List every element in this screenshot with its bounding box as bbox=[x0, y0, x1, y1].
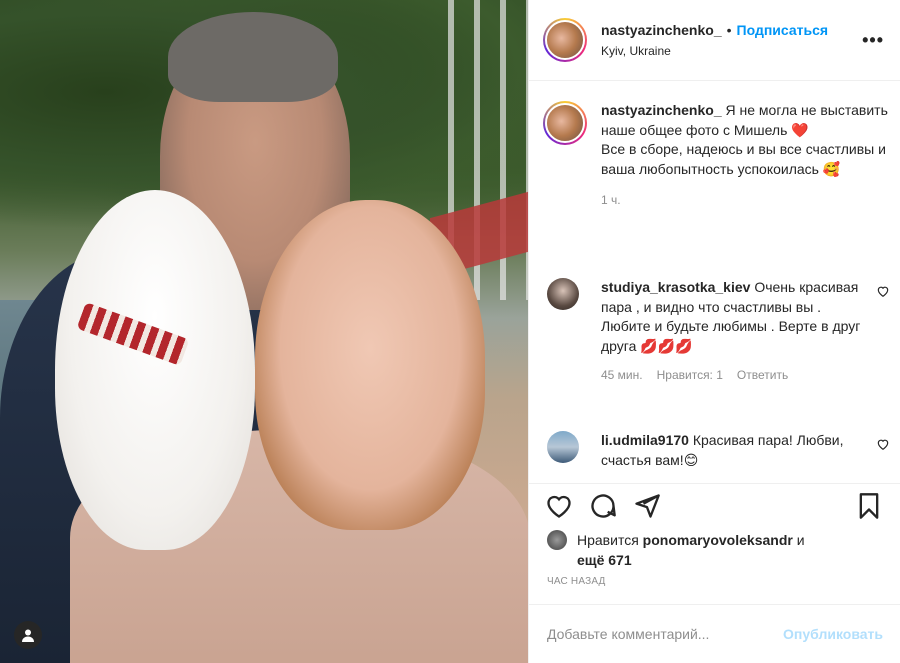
more-options-icon[interactable]: ••• bbox=[862, 30, 884, 51]
comment-likes[interactable]: Нравится: 1 bbox=[657, 368, 723, 382]
add-comment-bar: Добавьте комментарий... Опубликовать bbox=[529, 604, 900, 663]
comments-list[interactable]: nastyazinchenko_ Я не могла не выставить… bbox=[529, 81, 900, 483]
comment-username[interactable]: studiya_krasotka_kiev bbox=[601, 279, 750, 295]
comment-username[interactable]: li.udmila9170 bbox=[601, 432, 689, 448]
separator-dot: • bbox=[726, 22, 732, 38]
likes-count[interactable]: ещё 671 bbox=[577, 552, 632, 568]
photo-woman-face bbox=[255, 200, 485, 530]
post-photo[interactable] bbox=[0, 0, 528, 663]
comment-input[interactable]: Добавьте комментарий... bbox=[547, 626, 709, 642]
author-username[interactable]: nastyazinchenko_ bbox=[601, 22, 722, 38]
caption-time[interactable]: 1 ч. bbox=[601, 193, 888, 207]
publish-button[interactable]: Опубликовать bbox=[783, 626, 883, 642]
likes-middle: и bbox=[792, 532, 805, 548]
caption-avatar[interactable] bbox=[543, 101, 587, 145]
heart-emoji: ❤️ bbox=[791, 121, 809, 138]
comment-icon[interactable] bbox=[589, 492, 617, 520]
post-header: nastyazinchenko_ • Подписаться Kyiv, Ukr… bbox=[529, 0, 900, 81]
likes-summary: Нравится ponomaryovoleksandr и ещё 671 bbox=[547, 530, 805, 570]
caption-text-2: Все в сборе, надеюсь и вы все счастливы … bbox=[601, 141, 886, 177]
comment-time[interactable]: 45 мин. bbox=[601, 368, 643, 382]
bookmark-icon[interactable] bbox=[855, 492, 883, 520]
share-icon[interactable] bbox=[633, 492, 661, 520]
comment-item: li.udmila9170 Красивая пара! Любви, счас… bbox=[543, 431, 890, 470]
heart-icon[interactable] bbox=[545, 492, 573, 520]
commenter-avatar[interactable] bbox=[547, 431, 579, 463]
user-tag-icon[interactable] bbox=[14, 621, 42, 649]
reply-button[interactable]: Ответить bbox=[737, 368, 788, 382]
post-age[interactable]: ЧАС НАЗАД bbox=[547, 576, 606, 587]
photo-man-hair bbox=[168, 12, 338, 102]
likes-prefix: Нравится bbox=[577, 532, 643, 548]
follow-button[interactable]: Подписаться bbox=[737, 22, 829, 38]
caption-username[interactable]: nastyazinchenko_ bbox=[601, 102, 722, 118]
author-avatar[interactable] bbox=[543, 18, 587, 62]
liker-username[interactable]: ponomaryovoleksandr bbox=[643, 532, 793, 548]
post-sidebar: nastyazinchenko_ • Подписаться Kyiv, Ukr… bbox=[528, 0, 900, 663]
action-bar bbox=[529, 483, 900, 528]
post-caption: nastyazinchenko_ Я не могла не выставить… bbox=[543, 101, 888, 207]
comment-item: studiya_krasotka_kiev Очень красивая пар… bbox=[543, 278, 890, 382]
photo-dog bbox=[55, 190, 255, 550]
commenter-avatar[interactable] bbox=[547, 278, 579, 310]
like-comment-icon[interactable] bbox=[876, 437, 890, 451]
liker-avatar[interactable] bbox=[547, 530, 567, 550]
post-location[interactable]: Kyiv, Ukraine bbox=[601, 44, 828, 58]
smiling-face-emoji: 🥰 bbox=[822, 160, 841, 177]
like-comment-icon[interactable] bbox=[876, 284, 890, 298]
kiss-emoji: 💋💋💋 bbox=[640, 337, 693, 354]
smile-emoji: 😊 bbox=[683, 451, 699, 468]
